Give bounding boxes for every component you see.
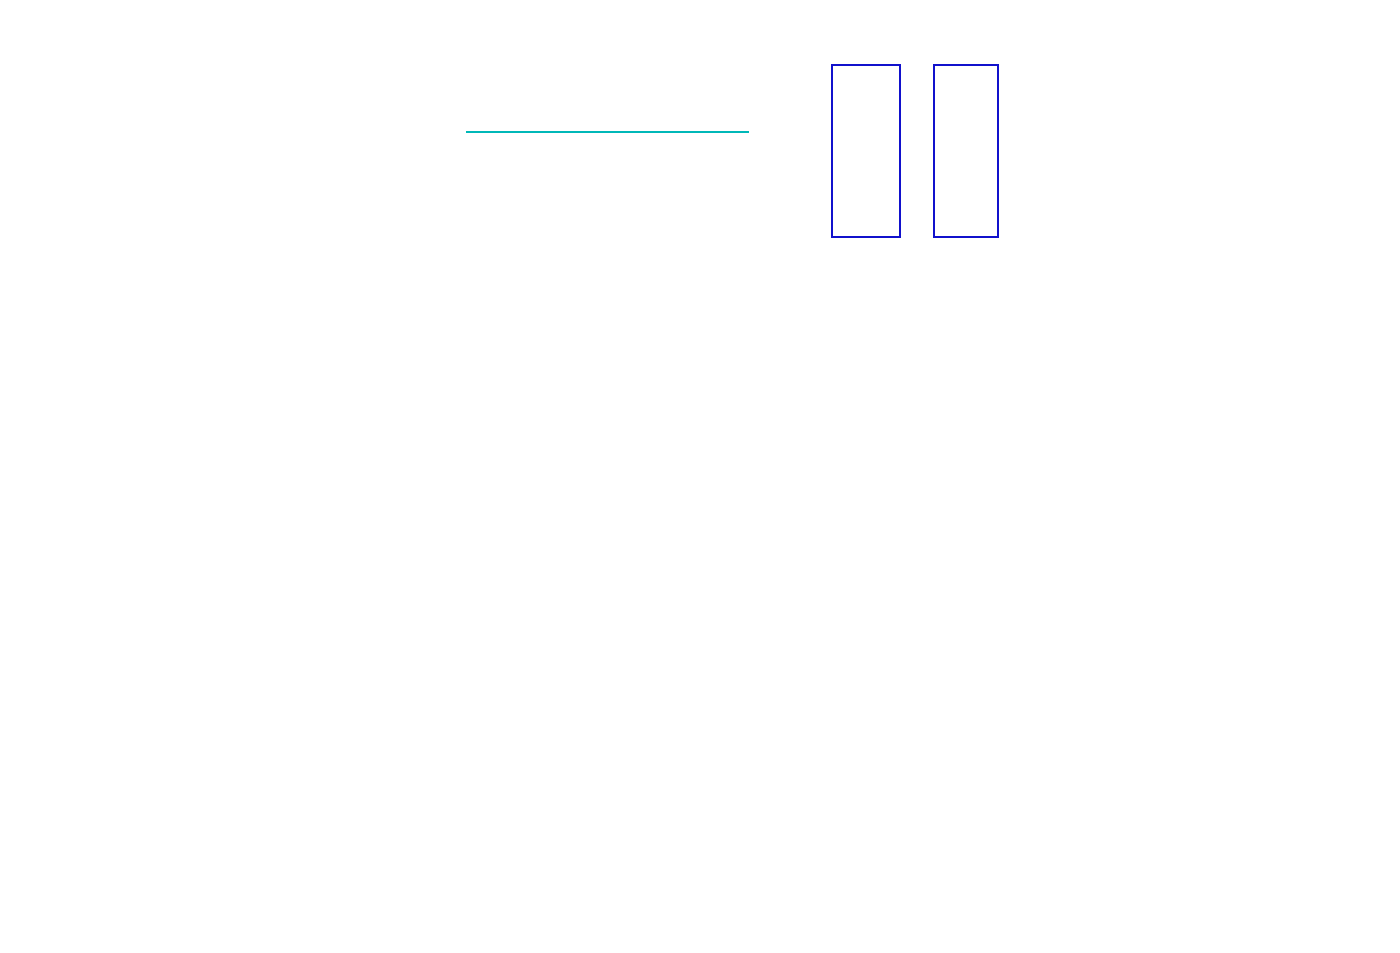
fiber-positions-panel	[30, 528, 220, 706]
kpno-image-panel	[396, 528, 586, 706]
line-cutout-chart	[1030, 50, 1322, 228]
elixer-detection-report	[0, 0, 1400, 953]
full-spectrum-chart	[60, 336, 1340, 464]
lineflux-map-panel	[212, 528, 402, 706]
cleanimage-image	[933, 64, 999, 238]
spec2d-separator-line	[466, 131, 749, 133]
withsky-image	[831, 64, 901, 238]
